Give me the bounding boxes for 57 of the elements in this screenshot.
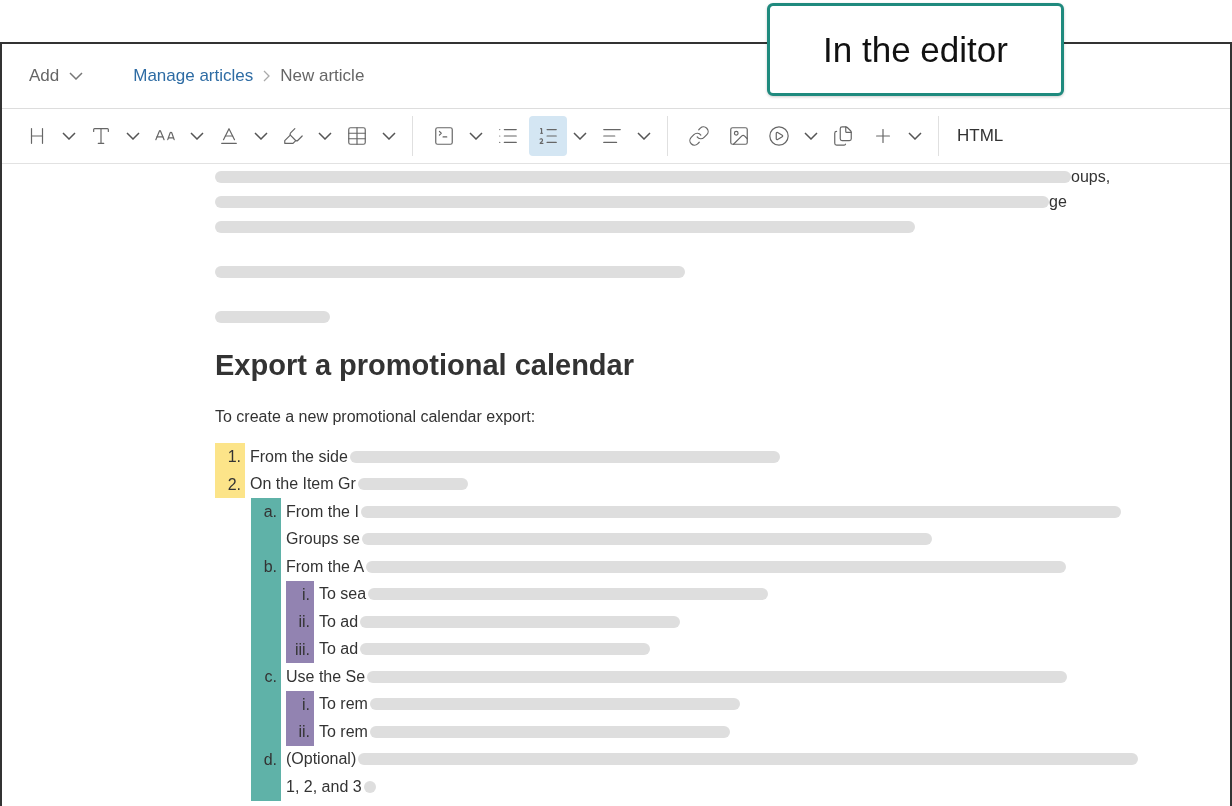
terminal-icon — [433, 125, 455, 147]
highlighter-icon — [282, 125, 304, 147]
text-line: To rem — [319, 722, 368, 741]
text-line: oups, — [1071, 167, 1111, 186]
text-line: To ad — [319, 640, 359, 659]
text-line: From the I — [286, 502, 359, 521]
list-number: b. — [251, 553, 281, 663]
text-line: To ad — [319, 612, 359, 631]
image-icon — [728, 125, 750, 147]
chevron-down-icon — [190, 132, 204, 140]
font-color-icon — [218, 125, 240, 147]
chevron-down-icon — [469, 132, 483, 140]
numbered-list-button[interactable] — [529, 116, 567, 156]
list-number: ii. — [286, 718, 314, 746]
text-line: From the side — [250, 447, 348, 466]
numbered-list-icon — [537, 125, 559, 147]
text-line: (Optional) — [286, 750, 357, 769]
html-button[interactable]: HTML — [939, 126, 1022, 146]
add-menu[interactable]: Add — [29, 66, 84, 86]
list-number: a. — [251, 498, 281, 553]
text-line: ge — [1049, 192, 1067, 211]
list-number: i. — [286, 690, 314, 718]
pages-icon — [832, 125, 854, 147]
text-line: To sea — [319, 585, 367, 604]
list-number: c. — [251, 663, 281, 746]
table-icon — [346, 125, 368, 147]
list-number: d. — [251, 745, 281, 801]
chevron-down-icon — [69, 72, 84, 80]
chevron-down-icon — [318, 132, 332, 140]
chevron-down-icon — [382, 132, 396, 140]
chevron-down-icon — [637, 132, 651, 140]
text-line: Use the Se — [286, 667, 366, 686]
chevron-down-icon — [908, 132, 922, 140]
list-number: 2. — [215, 470, 245, 498]
chevron-down-icon — [804, 132, 818, 140]
list-number: ii. — [286, 608, 314, 636]
breadcrumb-link[interactable]: Manage articles — [133, 66, 254, 86]
chevron-down-icon — [254, 132, 268, 140]
text-line: From the A — [286, 557, 365, 576]
text-icon — [90, 125, 112, 147]
text-line: 1, 2, and 3 — [286, 777, 362, 796]
link-icon — [688, 125, 710, 147]
list-number: iii. — [286, 635, 314, 663]
text-line: On the Item Gr — [250, 475, 356, 494]
paragraph: To create a new promotional calendar export: — [215, 407, 537, 427]
breadcrumb-current[interactable]: New article — [280, 66, 365, 86]
section-heading: Export a promotional calendar — [215, 349, 635, 382]
callout-label: In the editor — [767, 3, 1064, 96]
play-icon — [768, 125, 790, 147]
list-number: i. — [286, 580, 314, 608]
text-line: Groups se — [286, 530, 360, 549]
list-number: 1. — [215, 443, 245, 471]
text-line: To rem — [319, 695, 368, 714]
chevron-right-icon — [263, 70, 271, 82]
chevron-down-icon — [573, 132, 587, 140]
chevron-down-icon — [126, 132, 140, 140]
chevron-down-icon — [62, 132, 76, 140]
